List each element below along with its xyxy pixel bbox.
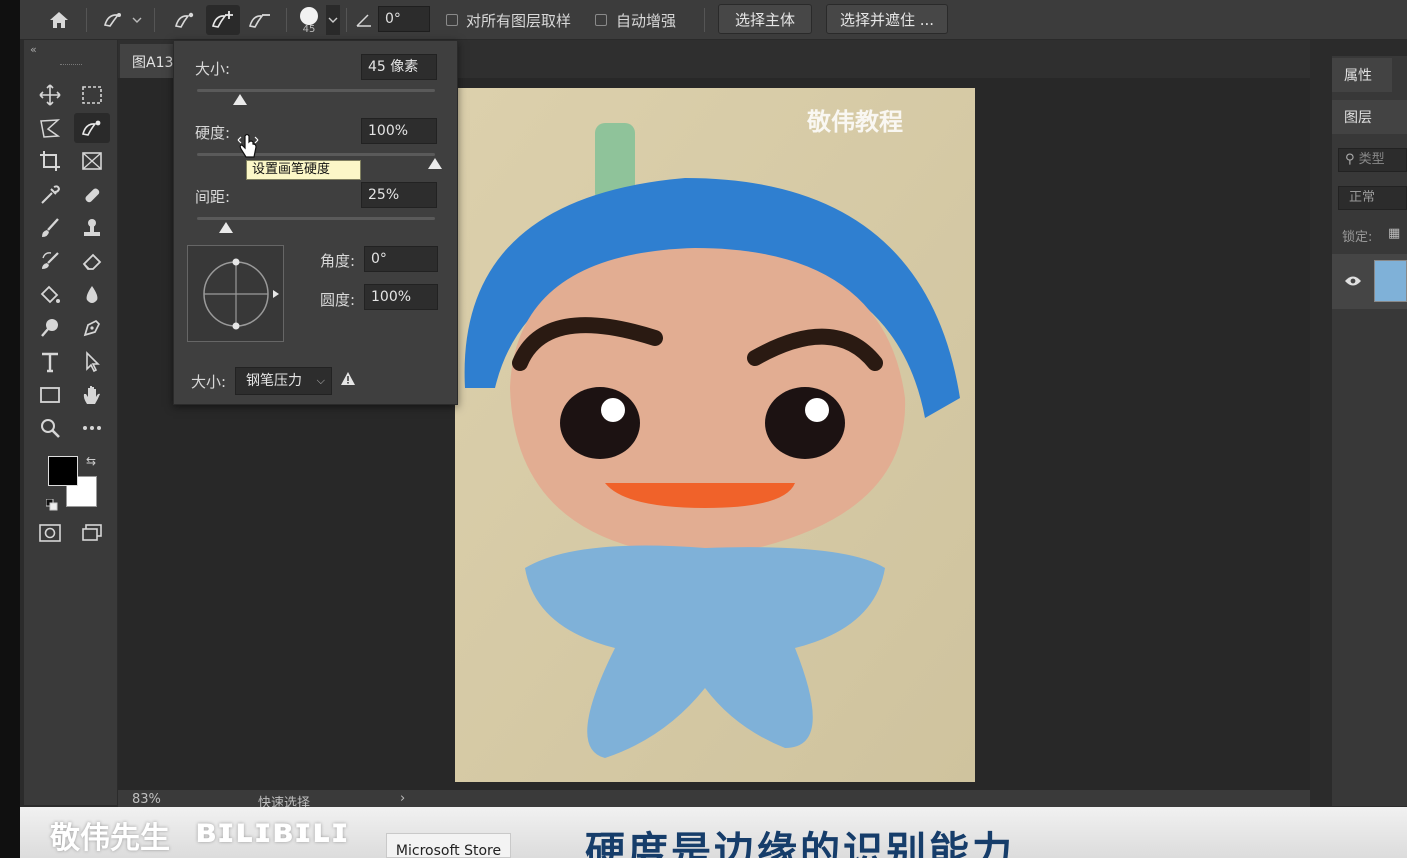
size-slider-thumb[interactable] <box>232 94 247 105</box>
roundness-field[interactable]: 100% <box>364 284 438 310</box>
healing-brush-tool-icon[interactable] <box>74 180 110 210</box>
chevron-down-icon: ⌵ <box>316 374 325 387</box>
eyedropper-tool-icon[interactable] <box>32 180 68 210</box>
pressure-label: 大小: <box>191 373 227 391</box>
roundness-label: 圆度: <box>320 291 356 309</box>
foreground-color-swatch[interactable] <box>48 456 78 486</box>
layer-filter-input[interactable]: ⚲ 类型 <box>1338 148 1407 172</box>
screen-mode-icon[interactable] <box>74 518 110 548</box>
warning-icon[interactable] <box>340 371 356 390</box>
visibility-eye-icon[interactable] <box>1344 272 1362 291</box>
angle-icon <box>352 5 376 35</box>
default-colors-icon[interactable] <box>45 496 58 511</box>
hardness-slider-thumb[interactable] <box>428 158 442 169</box>
sample-all-layers-checkbox[interactable] <box>446 14 458 26</box>
right-panels: 属性 图层 ⚲ 类型 正常 锁定: ▦ <box>1332 56 1407 806</box>
move-tool-icon[interactable] <box>32 80 68 110</box>
subtitle-text: 硬度是边缘的识别能力 <box>585 829 1015 858</box>
eraser-tool-icon[interactable] <box>74 246 110 276</box>
tools-panel: « ⇆ <box>24 40 117 805</box>
size-input[interactable]: 45 像素 <box>361 54 437 80</box>
more-tools-icon[interactable] <box>74 413 110 443</box>
new-selection-brush-icon[interactable] <box>170 5 202 35</box>
home-icon[interactable] <box>42 5 76 35</box>
brush-tool-icon[interactable] <box>32 213 68 243</box>
collapse-panel-icon[interactable]: « <box>30 43 37 56</box>
select-and-mask-button[interactable]: 选择并遮住 ... <box>826 4 948 34</box>
hardness-input[interactable]: 100% <box>361 118 437 144</box>
taskbar-tooltip: Microsoft Store <box>386 833 511 858</box>
document-image[interactable]: 敬伟教程 <box>455 88 975 782</box>
blend-mode-select[interactable]: 正常 <box>1338 186 1407 210</box>
swap-colors-icon[interactable]: ⇆ <box>86 454 96 468</box>
blur-tool-icon[interactable] <box>74 280 110 310</box>
brush-size-readout: 45 <box>302 23 316 35</box>
select-subject-button[interactable]: 选择主体 <box>718 4 812 34</box>
rectangle-tool-icon[interactable] <box>32 380 68 410</box>
layer-thumbnail[interactable] <box>1374 260 1407 302</box>
pen-pressure-select[interactable]: 钢笔压力 ⌵ <box>235 367 332 395</box>
zoom-tool-icon[interactable] <box>32 413 68 443</box>
brand-watermark: 敬伟先生 <box>50 821 170 856</box>
history-brush-tool-icon[interactable] <box>32 246 68 276</box>
auto-enhance-label: 自动增强 <box>616 12 677 30</box>
sample-all-layers-label: 对所有图层取样 <box>466 12 572 30</box>
auto-enhance-checkbox[interactable] <box>595 14 607 26</box>
marquee-tool-icon[interactable] <box>74 80 110 110</box>
brush-options-popup: 大小: 45 像素 硬度: 100% 间距: 25% 角度: 0° 圆度: 10… <box>173 40 458 405</box>
spacing-label: 间距: <box>195 188 231 206</box>
hardness-slider[interactable] <box>197 153 435 156</box>
hand-tool-icon[interactable] <box>74 380 110 410</box>
dodge-tool-icon[interactable] <box>32 313 68 343</box>
spacing-slider-thumb[interactable] <box>218 222 233 233</box>
hardness-tooltip: 设置画笔硬度 <box>246 160 361 180</box>
pen-tool-icon[interactable] <box>74 313 110 343</box>
subtract-selection-brush-icon[interactable] <box>244 5 276 35</box>
plush-toy-image: 敬伟教程 <box>455 88 975 782</box>
add-to-selection-brush-icon[interactable] <box>206 5 240 35</box>
chevron-down-icon[interactable] <box>326 5 340 35</box>
angle-label: 角度: <box>320 252 356 270</box>
zoom-readout[interactable]: 83% <box>132 792 161 807</box>
hardness-label: 硬度: <box>195 124 231 142</box>
angle-input[interactable]: 0° <box>378 6 430 32</box>
brush-size-picker[interactable]: 45 <box>294 5 324 35</box>
status-arrow-icon[interactable]: › <box>400 791 405 806</box>
lasso-tool-icon[interactable] <box>32 113 68 143</box>
quick-mask-icon[interactable] <box>32 518 68 548</box>
site-logo: ʙɪʟɪʙɪʟɪ <box>195 811 349 851</box>
frame-tool-icon[interactable] <box>74 146 110 176</box>
path-selection-tool-icon[interactable] <box>74 347 110 377</box>
scrubby-cursor-icon <box>236 132 260 164</box>
lock-label: 锁定: <box>1342 230 1373 245</box>
size-label: 大小: <box>195 60 231 78</box>
search-icon: ⚲ <box>1345 152 1355 167</box>
size-slider[interactable] <box>197 89 435 92</box>
lock-transparent-icon[interactable]: ▦ <box>1388 226 1400 241</box>
video-subtitle-bar: 敬伟先生 ʙɪʟɪʙɪʟɪ 硬度是边缘的识别能力 <box>20 807 1407 858</box>
window-edge <box>0 0 20 858</box>
stamp-tool-icon[interactable] <box>74 213 110 243</box>
spacing-input[interactable]: 25% <box>361 182 437 208</box>
toolbar-grip[interactable] <box>60 64 82 66</box>
tool-preset-picker[interactable] <box>98 5 146 35</box>
spacing-slider[interactable] <box>197 217 435 220</box>
type-tool-icon[interactable] <box>32 347 68 377</box>
angle-field[interactable]: 0° <box>364 246 438 272</box>
photo-watermark: 敬伟教程 <box>806 108 903 136</box>
quick-selection-tool-icon[interactable] <box>74 113 110 143</box>
document-tab[interactable]: 图A13 <box>120 44 180 78</box>
status-bar: 83% 快速选择 › <box>118 790 1310 811</box>
paint-bucket-tool-icon[interactable] <box>32 280 68 310</box>
crop-tool-icon[interactable] <box>32 146 68 176</box>
tab-properties[interactable]: 属性 <box>1332 58 1392 92</box>
brush-angle-widget[interactable] <box>187 245 284 342</box>
tab-layers[interactable]: 图层 <box>1344 100 1372 134</box>
options-bar: 45 0° 对所有图层取样 自动增强 选择主体 选择并遮住 ... <box>20 0 1407 40</box>
